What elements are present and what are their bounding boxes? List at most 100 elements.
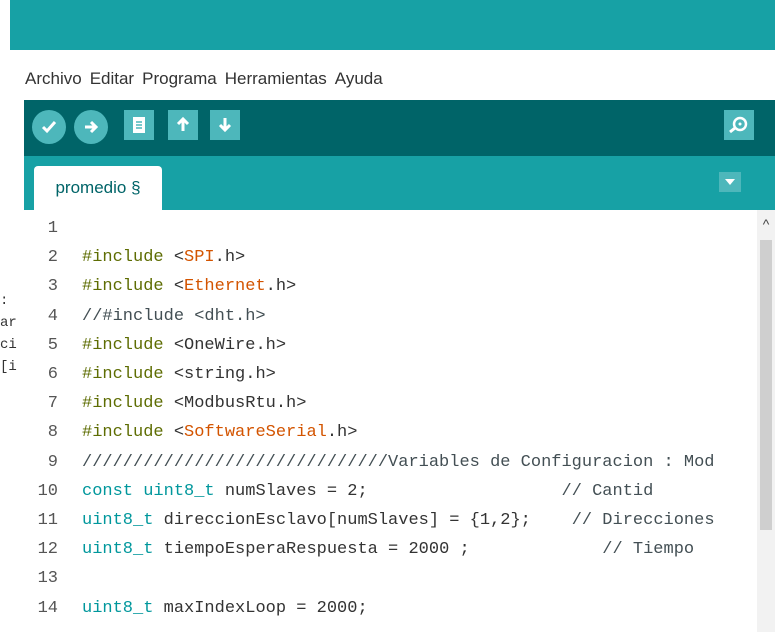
code-text: uint8_t direccionEsclavo[numSlaves] = {1…: [82, 511, 715, 530]
code-token: <string.h>: [163, 365, 276, 384]
verify-button[interactable]: [32, 110, 66, 144]
code-line[interactable]: 12 uint8_t tiempoEsperaRespuesta = 2000 ;…: [24, 535, 757, 564]
code-token: // Direcciones: [571, 511, 715, 530]
code-token: // Cantid: [561, 481, 654, 501]
code-token: #include: [82, 423, 164, 443]
line-number: 6: [47, 365, 58, 384]
code-token: <ModbusRtu.h>: [163, 394, 307, 414]
line-number: 7: [47, 394, 58, 414]
code-line[interactable]: 10 const uint8_t numSlaves = 2; // Cantid: [24, 477, 757, 506]
code-text: uint8_t maxIndexLoop = 2000;: [82, 599, 368, 618]
code-text: //////////////////////////////Variables …: [82, 453, 715, 472]
line-number: 1: [47, 219, 58, 238]
code-token: #include: [82, 365, 164, 384]
code-line[interactable]: 1: [24, 214, 757, 243]
menu-editar[interactable]: Editar: [89, 69, 135, 89]
tab-promedio[interactable]: promedio §: [34, 166, 162, 210]
arrow-down-icon: [218, 118, 232, 133]
tab-menu-button[interactable]: [719, 172, 741, 192]
arrow-right-icon: [85, 120, 99, 134]
code-token: SoftwareSerial: [184, 423, 327, 443]
line-number: 5: [47, 335, 58, 355]
code-token: SPI: [184, 248, 215, 268]
code-token: const: [82, 481, 134, 501]
tab-bar: promedio §: [24, 156, 775, 210]
serial-monitor-button[interactable]: [724, 110, 754, 140]
code-token: // Tiempo: [602, 540, 695, 560]
code-token: uint8_t: [82, 540, 154, 560]
line-number: 11: [37, 511, 58, 530]
vertical-scrollbar[interactable]: ^: [757, 210, 775, 632]
fragment-text: [i: [0, 359, 17, 375]
new-file-icon: [133, 117, 145, 133]
code-text: uint8_t tiempoEsperaRespuesta = 2000 ; /…: [82, 540, 694, 559]
code-token: Ethernet: [184, 277, 266, 297]
upload-button[interactable]: [74, 110, 108, 144]
code-token: //////////////////////////////Variables …: [82, 452, 715, 472]
code-token: maxIndexLoop = 2000;: [153, 598, 368, 618]
code-token: #include: [82, 277, 164, 297]
code-line[interactable]: 2 #include <SPI.h>: [24, 243, 757, 272]
code-text: #include <Ethernet.h>: [82, 277, 296, 296]
code-line[interactable]: 13: [24, 564, 757, 593]
code-token: <: [163, 423, 185, 443]
fragment-text: ci: [0, 337, 17, 353]
background-window-fragment: : ar ci [i: [0, 290, 20, 410]
code-token: <: [163, 248, 185, 268]
arrow-up-icon: [176, 116, 190, 131]
fragment-text: :: [0, 293, 9, 309]
code-line[interactable]: 5 #include <OneWire.h>: [24, 331, 757, 360]
code-token: .h>: [214, 248, 246, 268]
code-text: #include <ModbusRtu.h>: [82, 394, 306, 413]
code-text: //#include <dht.h>: [82, 307, 266, 326]
checkmark-icon: [41, 121, 57, 134]
save-button[interactable]: [210, 110, 240, 140]
code-line[interactable]: 7 #include <ModbusRtu.h>: [24, 389, 757, 418]
magnifier-icon: [729, 116, 748, 134]
code-line[interactable]: 8 #include <SoftwareSerial.h>: [24, 418, 757, 447]
code-token: #include: [82, 335, 164, 355]
code-token: <OneWire.h>: [163, 335, 287, 355]
code-line[interactable]: 6 #include <string.h>: [24, 360, 757, 389]
code-line[interactable]: 14 uint8_t maxIndexLoop = 2000;: [24, 594, 757, 623]
code-token: numSlaves = 2;: [214, 481, 562, 501]
code-text: const uint8_t numSlaves = 2; // Cantid: [82, 482, 653, 501]
code-text: #include <SoftwareSerial.h>: [82, 423, 357, 442]
tab-label: promedio §: [55, 178, 141, 197]
code-text: #include <SPI.h>: [82, 248, 245, 267]
code-token: uint8_t: [82, 511, 154, 530]
code-token: direccionEsclavo[numSlaves] = {1,2};: [153, 511, 572, 530]
scroll-thumb[interactable]: [760, 240, 772, 530]
code-token: uint8_t: [143, 481, 215, 501]
menu-ayuda[interactable]: Ayuda: [334, 69, 384, 89]
code-line[interactable]: 9 //////////////////////////////Variables…: [24, 448, 757, 477]
window-titlebar: [10, 0, 775, 50]
menu-bar: Archivo Editar Programa Herramientas Ayu…: [24, 64, 384, 94]
code-token: #include: [82, 248, 164, 268]
line-number: 3: [47, 277, 58, 297]
code-token: //#include <dht.h>: [82, 306, 266, 326]
line-number: 2: [47, 248, 58, 268]
code-token: #include: [82, 394, 164, 414]
menu-herramientas[interactable]: Herramientas: [224, 69, 328, 89]
code-editor[interactable]: 1 2 #include <SPI.h> 3 #include <Ethernet.h>…: [24, 210, 757, 632]
code-line[interactable]: 4 //#include <dht.h>: [24, 302, 757, 331]
fragment-text: ar: [0, 315, 17, 331]
code-line[interactable]: 3 #include <Ethernet.h>: [24, 272, 757, 301]
scroll-up-icon[interactable]: ^: [757, 216, 775, 232]
code-line[interactable]: 11 uint8_t direccionEsclavo[numSlaves] = …: [24, 506, 757, 535]
code-token: <: [163, 277, 185, 297]
new-sketch-button[interactable]: [124, 110, 154, 140]
line-number: 4: [47, 306, 58, 326]
chevron-down-icon: [725, 179, 735, 185]
line-number: 8: [47, 423, 58, 443]
code-text: #include <OneWire.h>: [82, 336, 286, 355]
menu-programa[interactable]: Programa: [141, 69, 218, 89]
line-number: 14: [37, 598, 58, 618]
line-number: 12: [37, 540, 58, 560]
code-token: .h>: [265, 277, 297, 297]
line-number: 10: [37, 481, 58, 501]
menu-archivo[interactable]: Archivo: [24, 69, 83, 89]
open-button[interactable]: [168, 110, 198, 140]
